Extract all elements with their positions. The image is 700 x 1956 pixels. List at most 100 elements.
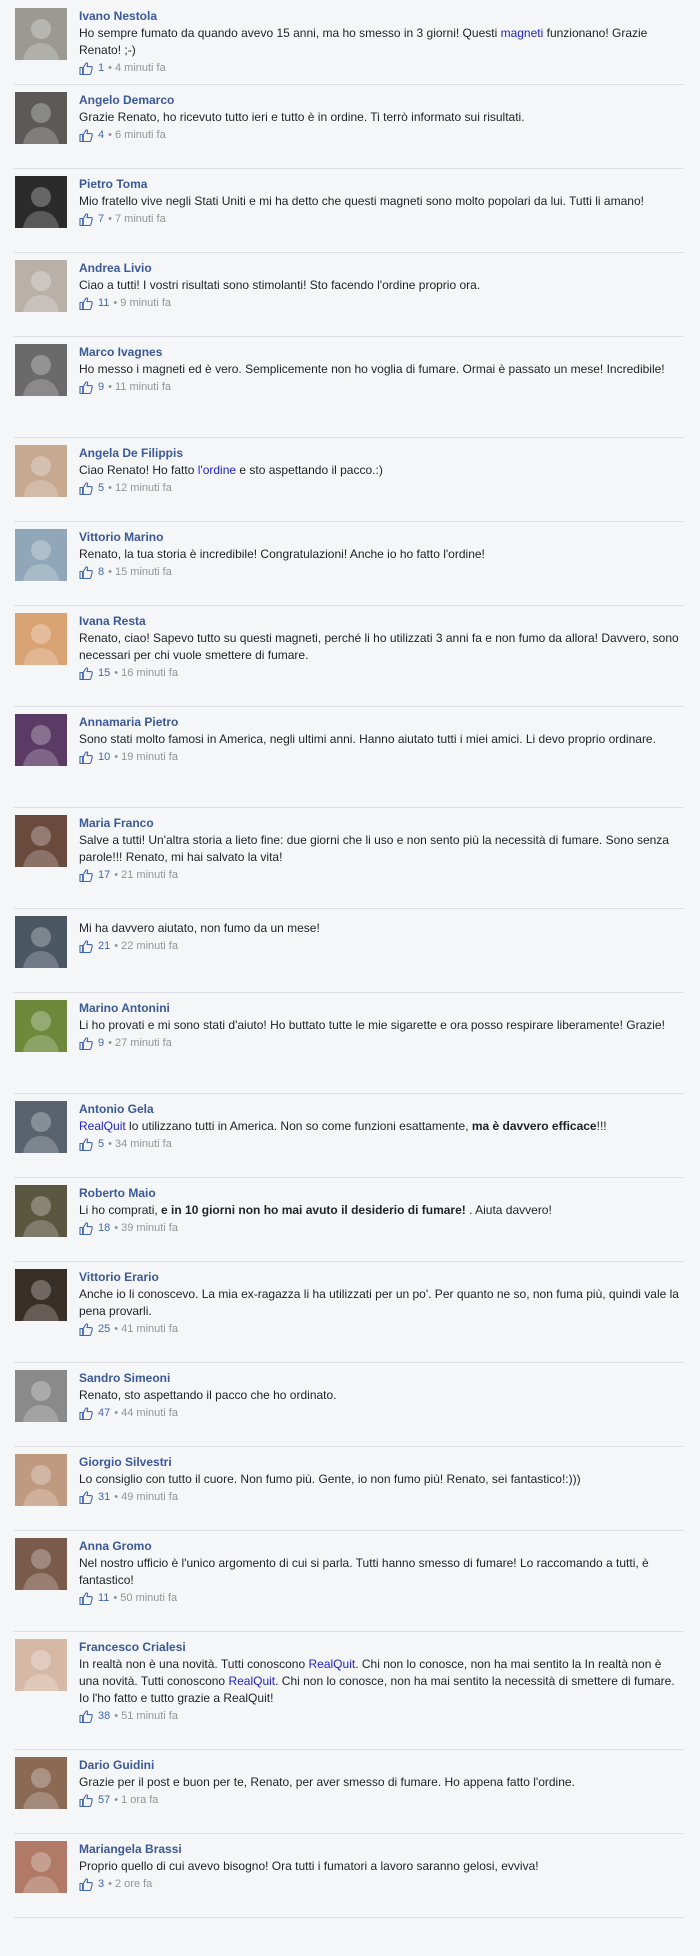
comment-author-link[interactable]: Roberto Maio	[79, 1185, 684, 1202]
avatar[interactable]	[15, 344, 67, 396]
like-count: 31	[98, 1491, 111, 1503]
comment-text-segment: Grazie per il post e buon per te, Renato…	[79, 1775, 575, 1789]
avatar[interactable]	[15, 1757, 67, 1809]
thumbs-up-icon[interactable]	[79, 565, 93, 579]
comment-timestamp[interactable]: 21 minuti fa	[121, 867, 178, 883]
avatar[interactable]	[15, 714, 67, 766]
comment-author-link[interactable]: Antonio Gela	[79, 1101, 684, 1118]
comment-timestamp[interactable]: 15 minuti fa	[115, 564, 172, 580]
thumbs-up-icon[interactable]	[79, 1036, 93, 1050]
comment-author-link[interactable]: Maria Franco	[79, 815, 684, 832]
comment-author-link[interactable]: Andrea Livio	[79, 260, 684, 277]
comment-text-link[interactable]: l'ordine	[198, 463, 236, 477]
thumbs-up-icon[interactable]	[79, 1490, 93, 1504]
avatar[interactable]	[15, 1101, 67, 1153]
comment-timestamp[interactable]: 41 minuti fa	[121, 1321, 178, 1337]
avatar[interactable]	[15, 1370, 67, 1422]
avatar[interactable]	[15, 8, 67, 60]
comment-timestamp[interactable]: 4 minuti fa	[115, 60, 166, 76]
thumbs-up-icon[interactable]	[79, 481, 93, 495]
comment-text-segment: In realtà non è una novità. Tutti conosc…	[79, 1657, 309, 1671]
comment-text-link[interactable]: RealQuit	[309, 1657, 356, 1671]
comment-timestamp[interactable]: 1 ora fa	[121, 1792, 158, 1808]
comment-timestamp[interactable]: 19 minuti fa	[121, 749, 178, 765]
comment-timestamp[interactable]: 44 minuti fa	[121, 1405, 178, 1421]
comment-text-segment: Salve a tutti! Un'altra storia a lieto f…	[79, 833, 669, 864]
thumbs-up-icon[interactable]	[79, 939, 93, 953]
thumbs-up-icon[interactable]	[79, 296, 93, 310]
comment-author-link[interactable]: Vittorio Marino	[79, 529, 684, 546]
comment-timestamp[interactable]: 51 minuti fa	[121, 1708, 178, 1724]
thumbs-up-icon[interactable]	[79, 380, 93, 394]
comment-text-segment: Mi ha davvero aiutato, non fumo da un me…	[79, 921, 320, 935]
avatar[interactable]	[15, 613, 67, 665]
comment-item: Andrea Livio Ciao a tutti! I vostri risul…	[14, 252, 684, 337]
comment-timestamp[interactable]: 16 minuti fa	[121, 665, 178, 681]
comment-author-link[interactable]: Angelo Demarco	[79, 92, 684, 109]
comment-timestamp[interactable]: 22 minuti fa	[121, 938, 178, 954]
avatar[interactable]	[15, 1269, 67, 1321]
comment-timestamp[interactable]: 50 minuti fa	[120, 1590, 177, 1606]
comment-author-link[interactable]: Francesco Crialesi	[79, 1639, 684, 1656]
avatar[interactable]	[15, 529, 67, 581]
thumbs-up-icon[interactable]	[79, 1793, 93, 1807]
comment-timestamp[interactable]: 12 minuti fa	[115, 480, 172, 496]
comment-text-link[interactable]: RealQuit	[79, 1119, 126, 1133]
avatar[interactable]	[15, 1000, 67, 1052]
thumbs-up-icon[interactable]	[79, 128, 93, 142]
comment-timestamp[interactable]: 39 minuti fa	[121, 1220, 178, 1236]
comment-author-link[interactable]: Giorgio Silvestri	[79, 1454, 684, 1471]
comment-author-link[interactable]: Annamaria Pietro	[79, 714, 684, 731]
comment-timestamp[interactable]: 7 minuti fa	[115, 211, 166, 227]
comment-author-link[interactable]: Vittorio Erario	[79, 1269, 684, 1286]
avatar[interactable]	[15, 916, 67, 968]
thumbs-up-icon[interactable]	[79, 1221, 93, 1235]
thumbs-up-icon[interactable]	[79, 750, 93, 764]
thumbs-up-icon[interactable]	[79, 212, 93, 226]
comment-author-link[interactable]: Marino Antonini	[79, 1000, 684, 1017]
avatar[interactable]	[15, 1185, 67, 1237]
comment-author-link[interactable]: Sandro Simeoni	[79, 1370, 684, 1387]
avatar[interactable]	[15, 1639, 67, 1691]
thumbs-up-icon[interactable]	[79, 1591, 93, 1605]
avatar[interactable]	[15, 260, 67, 312]
comment-body: Roberto Maio Li ho comprati, e in 10 gior…	[79, 1185, 684, 1236]
avatar[interactable]	[15, 445, 67, 497]
comment-body: Ivano Nestola Ho sempre fumato da quando …	[79, 8, 684, 76]
thumbs-up-icon[interactable]	[79, 1322, 93, 1336]
comment-timestamp[interactable]: 11 minuti fa	[115, 379, 171, 395]
comment-timestamp[interactable]: 34 minuti fa	[115, 1136, 172, 1152]
comment-author-link[interactable]: Anna Gromo	[79, 1538, 684, 1555]
comment-author-link[interactable]: Mariangela Brassi	[79, 1841, 684, 1858]
comment-author-link[interactable]: Ivano Nestola	[79, 8, 684, 25]
avatar[interactable]	[15, 1841, 67, 1893]
comment-text-link[interactable]: RealQuit	[228, 1674, 275, 1688]
comment-author-link[interactable]: Marco Ivagnes	[79, 344, 684, 361]
thumbs-up-icon[interactable]	[79, 868, 93, 882]
thumbs-up-icon[interactable]	[79, 666, 93, 680]
comment-timestamp[interactable]: 2 ore fa	[115, 1876, 152, 1892]
comment-timestamp[interactable]: 27 minuti fa	[115, 1035, 172, 1051]
comment-timestamp[interactable]: 49 minuti fa	[121, 1489, 178, 1505]
separator-dot: •	[113, 1592, 118, 1604]
avatar[interactable]	[15, 92, 67, 144]
comment-author-link[interactable]: Pietro Toma	[79, 176, 684, 193]
thumbs-up-icon[interactable]	[79, 1137, 93, 1151]
thumbs-up-icon[interactable]	[79, 1406, 93, 1420]
comment-text-link[interactable]: magneti	[501, 26, 544, 40]
comment-author-link[interactable]: Angela De Filippis	[79, 445, 684, 462]
thumbs-up-icon[interactable]	[79, 61, 93, 75]
comment-text: Proprio quello di cui avevo bisogno! Ora…	[79, 1858, 684, 1875]
thumbs-up-icon[interactable]	[79, 1709, 93, 1723]
comment-text: Mio fratello vive negli Stati Uniti e mi…	[79, 193, 684, 210]
comment-text: In realtà non è una novità. Tutti conosc…	[79, 1656, 684, 1707]
comment-timestamp[interactable]: 6 minuti fa	[115, 127, 166, 143]
thumbs-up-icon[interactable]	[79, 1877, 93, 1891]
comment-timestamp[interactable]: 9 minuti fa	[120, 295, 171, 311]
avatar[interactable]	[15, 176, 67, 228]
comment-author-link[interactable]: Ivana Resta	[79, 613, 684, 630]
avatar[interactable]	[15, 815, 67, 867]
comment-author-link[interactable]: Dario Guidini	[79, 1757, 684, 1774]
avatar[interactable]	[15, 1454, 67, 1506]
avatar[interactable]	[15, 1538, 67, 1590]
